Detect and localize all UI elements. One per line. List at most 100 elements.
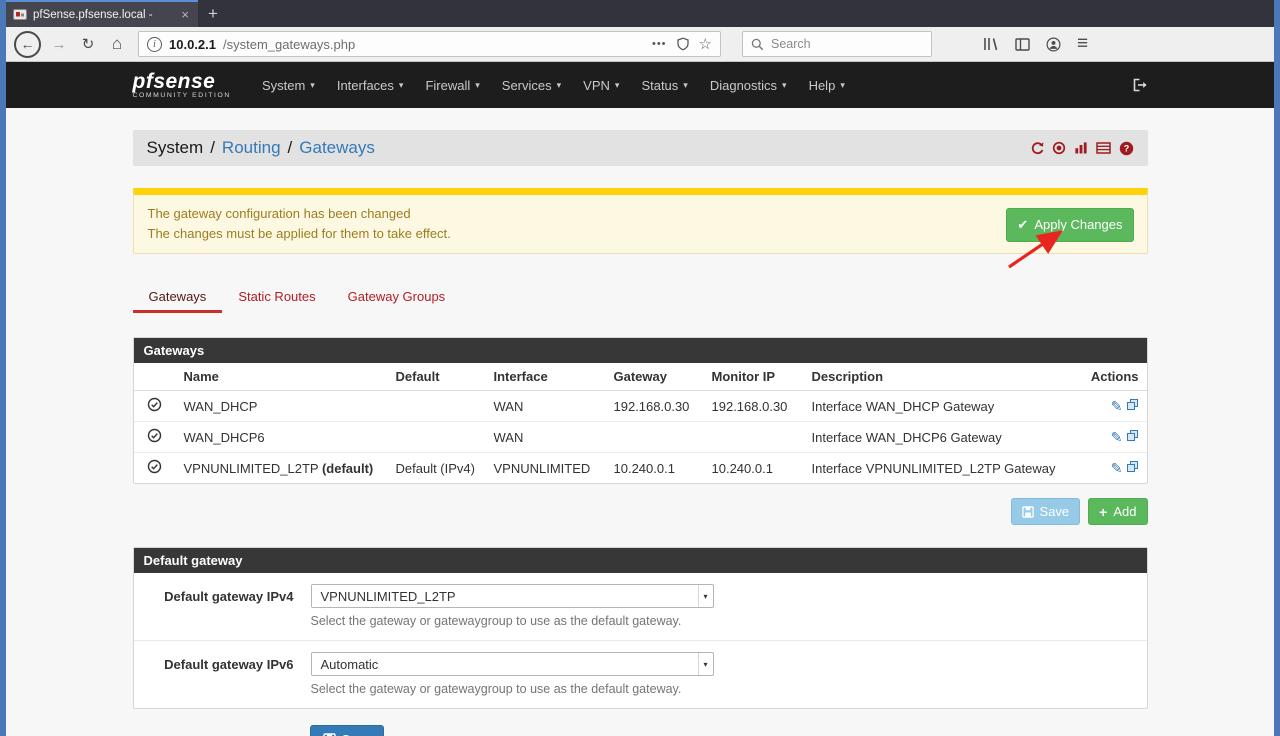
browser-tab[interactable]: pfSense.pfsense.local - × xyxy=(6,0,198,27)
save-disk-icon xyxy=(1022,506,1034,518)
table-row: VPNUNLIMITED_L2TP (default) Default (IPv… xyxy=(134,453,1147,484)
copy-icon[interactable] xyxy=(1126,429,1139,442)
search-icon xyxy=(751,38,764,51)
gateways-table: Name Default Interface Gateway Monitor I… xyxy=(134,363,1147,483)
breadcrumb-link-routing[interactable]: Routing xyxy=(222,138,281,158)
gateway-enabled-icon xyxy=(147,428,162,443)
chevron-down-icon: ▾ xyxy=(557,80,562,91)
gateway-enabled-icon xyxy=(147,459,162,474)
pfsense-navbar: pfsense COMMUNITY EDITION System▾ Interf… xyxy=(6,62,1274,108)
status-dot-icon[interactable] xyxy=(1052,141,1066,155)
edit-icon[interactable]: ✎ xyxy=(1111,460,1123,476)
gateway-name: VPNUNLIMITED_L2TP (default) xyxy=(176,453,388,484)
hamburger-menu-icon[interactable]: ≡ xyxy=(1077,33,1088,55)
default-gateway-ipv6-select[interactable]: Automatic ▾ xyxy=(311,652,714,676)
shield-icon[interactable] xyxy=(676,37,690,51)
sidebar-toggle-icon[interactable] xyxy=(1015,38,1030,51)
tab-gateways[interactable]: Gateways xyxy=(133,282,223,313)
ipv4-label: Default gateway IPv4 xyxy=(134,584,294,628)
table-log-icon[interactable] xyxy=(1096,141,1111,155)
apply-changes-button[interactable]: ✔ Apply Changes xyxy=(1006,208,1133,242)
url-path: /system_gateways.php xyxy=(223,37,355,52)
home-icon[interactable]: ⌂ xyxy=(106,34,128,54)
search-input[interactable] xyxy=(771,37,901,51)
col-interface: Interface xyxy=(486,363,606,391)
apply-changes-alert: The gateway configuration has been chang… xyxy=(133,188,1148,254)
breadcrumb-link-gateways[interactable]: Gateways xyxy=(299,138,375,158)
col-description: Description xyxy=(804,363,1083,391)
url-bar[interactable]: i 10.0.2.1/system_gateways.php ••• ☆ xyxy=(138,31,721,57)
search-box[interactable] xyxy=(742,31,932,57)
nav-item-help[interactable]: Help▾ xyxy=(798,78,856,93)
nav-item-system[interactable]: System▾ xyxy=(251,78,326,93)
table-row: WAN_DHCP6 WAN Interface WAN_DHCP6 Gatewa… xyxy=(134,422,1147,453)
default-gateway-panel: Default gateway Default gateway IPv4 VPN… xyxy=(133,547,1148,709)
nav-item-vpn[interactable]: VPN▾ xyxy=(572,78,630,93)
edit-icon[interactable]: ✎ xyxy=(1111,429,1123,445)
reload-icon[interactable]: ↻ xyxy=(77,35,99,53)
col-name: Name xyxy=(176,363,388,391)
edit-icon[interactable]: ✎ xyxy=(1111,398,1123,414)
tab-gateway-groups[interactable]: Gateway Groups xyxy=(332,282,462,313)
save-gateways-button[interactable]: Save xyxy=(1011,498,1081,525)
copy-icon[interactable] xyxy=(1126,460,1139,473)
default-gateway-panel-title: Default gateway xyxy=(134,548,1147,573)
nav-item-interfaces[interactable]: Interfaces▾ xyxy=(326,78,415,93)
new-tab-button[interactable]: + xyxy=(198,0,228,27)
account-icon[interactable] xyxy=(1046,37,1061,52)
pfsense-page: pfsense COMMUNITY EDITION System▾ Interf… xyxy=(6,62,1274,736)
chevron-down-icon: ▾ xyxy=(840,80,845,91)
save-default-gateway-button[interactable]: Save xyxy=(310,725,385,736)
svg-text:?: ? xyxy=(1123,143,1129,153)
tab-static-routes[interactable]: Static Routes xyxy=(222,282,331,313)
library-icon[interactable] xyxy=(983,37,999,51)
ipv4-help-text: Select the gateway or gatewaygroup to us… xyxy=(311,614,1147,628)
table-row: WAN_DHCP WAN 192.168.0.30 192.168.0.30 I… xyxy=(134,391,1147,422)
nav-item-diagnostics[interactable]: Diagnostics▾ xyxy=(699,78,798,93)
chevron-down-icon: ▾ xyxy=(475,80,480,91)
plus-icon: + xyxy=(1099,506,1107,518)
gateway-name: WAN_DHCP6 xyxy=(176,422,388,453)
add-gateway-button[interactable]: + Add xyxy=(1088,498,1147,525)
tab-bar: pfSense.pfsense.local - × + xyxy=(6,0,1274,27)
pfsense-logo[interactable]: pfsense COMMUNITY EDITION xyxy=(133,72,231,99)
nav-item-firewall[interactable]: Firewall▾ xyxy=(414,78,490,93)
chevron-down-icon: ▾ xyxy=(782,80,787,91)
ipv6-label: Default gateway IPv6 xyxy=(134,652,294,696)
default-gateway-ipv4-select[interactable]: VPNUNLIMITED_L2TP ▾ xyxy=(311,584,714,608)
site-info-icon[interactable]: i xyxy=(147,37,162,52)
chevron-down-icon: ▾ xyxy=(399,80,404,91)
select-caret-icon: ▾ xyxy=(698,585,713,607)
col-monitor: Monitor IP xyxy=(704,363,804,391)
chart-bar-icon[interactable] xyxy=(1074,141,1088,155)
table-header-row: Name Default Interface Gateway Monitor I… xyxy=(134,363,1147,391)
col-gateway: Gateway xyxy=(606,363,704,391)
refresh-icon[interactable] xyxy=(1030,141,1044,155)
alert-line-1: The gateway configuration has been chang… xyxy=(148,204,1133,224)
tab-close-icon[interactable]: × xyxy=(179,7,191,22)
chevron-down-icon: ▾ xyxy=(683,80,688,91)
browser-window: pfSense.pfsense.local - × + ← → ↻ ⌂ i 10… xyxy=(6,0,1274,736)
gateway-name: WAN_DHCP xyxy=(176,391,388,422)
alert-line-2: The changes must be applied for them to … xyxy=(148,224,1133,244)
breadcrumb: System / Routing / Gateways ? xyxy=(133,130,1148,166)
help-icon[interactable]: ? xyxy=(1119,141,1134,156)
url-host: 10.0.2.1 xyxy=(169,37,216,52)
bookmark-star-icon[interactable]: ☆ xyxy=(699,35,712,53)
logout-icon[interactable] xyxy=(1132,78,1148,92)
browser-toolbar: ← → ↻ ⌂ i 10.0.2.1/system_gateways.php •… xyxy=(6,27,1274,62)
ipv6-help-text: Select the gateway or gatewaygroup to us… xyxy=(311,682,1147,696)
chevron-down-icon: ▾ xyxy=(310,80,315,91)
pfsense-favicon xyxy=(13,8,27,22)
page-actions-icon[interactable]: ••• xyxy=(652,38,667,50)
check-icon: ✔ xyxy=(1017,215,1028,235)
forward-icon[interactable]: → xyxy=(48,36,70,53)
select-caret-icon: ▾ xyxy=(698,653,713,675)
back-icon[interactable]: ← xyxy=(14,31,41,58)
gateways-panel-title: Gateways xyxy=(134,338,1147,363)
form-row-ipv4: Default gateway IPv4 VPNUNLIMITED_L2TP ▾… xyxy=(134,573,1147,641)
col-actions: Actions xyxy=(1083,363,1147,391)
nav-item-status[interactable]: Status▾ xyxy=(630,78,698,93)
nav-item-services[interactable]: Services▾ xyxy=(491,78,572,93)
copy-icon[interactable] xyxy=(1126,398,1139,411)
